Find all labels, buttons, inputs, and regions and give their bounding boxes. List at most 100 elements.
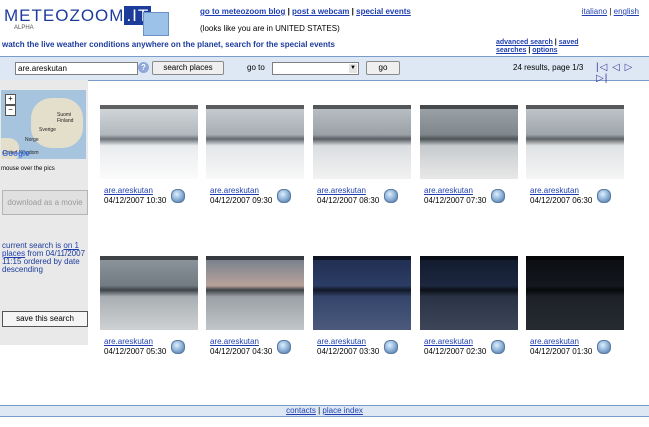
page-indicator: page 1/3 [552, 63, 584, 72]
webcam-thumbnail[interactable]: are.areskutan 04/12/2007 01:30 [526, 256, 624, 356]
advanced-links: advanced search | saved searches | optio… [496, 39, 596, 55]
globe-icon[interactable] [491, 189, 505, 203]
webcam-image[interactable] [420, 256, 518, 330]
webcam-thumbnail[interactable]: are.areskutan 04/12/2007 10:30 [100, 105, 198, 205]
webcam-image[interactable] [100, 105, 198, 179]
language-switch: italiano | english [582, 7, 639, 16]
timestamp: 04/12/2007 02:30 [424, 347, 487, 356]
image-overlay [100, 256, 198, 260]
place-link[interactable]: are.areskutan [104, 337, 153, 346]
italian-link[interactable]: italiano [582, 7, 607, 16]
map-label: Norge [25, 137, 39, 143]
globe-icon[interactable] [277, 189, 291, 203]
separator: | [609, 7, 612, 16]
post-webcam-link[interactable]: post a webcam [292, 7, 349, 16]
webcam-thumbnail[interactable]: are.areskutan 04/12/2007 04:30 [206, 256, 304, 356]
first-page-icon[interactable]: |◁ [596, 62, 608, 73]
google-logo: Google [2, 149, 30, 158]
image-overlay [313, 105, 411, 109]
place-link[interactable]: are.areskutan [424, 337, 473, 346]
search-input[interactable]: are.areskutan [15, 62, 138, 75]
footer: contacts | place index [0, 405, 649, 417]
globe-icon[interactable] [277, 340, 291, 354]
image-overlay [313, 256, 411, 260]
globe-icon[interactable] [384, 340, 398, 354]
globe-icon[interactable] [597, 340, 611, 354]
place-link[interactable]: are.areskutan [210, 337, 259, 346]
next-page-icon[interactable]: ▷ [625, 62, 634, 73]
current-search: current search is on 1 places from 04/11… [2, 242, 86, 274]
timestamp: 04/12/2007 09:30 [210, 196, 273, 205]
timestamp: 04/12/2007 04:30 [210, 347, 273, 356]
image-overlay [100, 105, 198, 109]
webcam-image[interactable] [526, 256, 624, 330]
zoom-in-button[interactable]: + [5, 94, 16, 105]
map-label: Suomi Finland [57, 112, 74, 124]
image-overlay [206, 105, 304, 109]
timestamp: 04/12/2007 01:30 [530, 347, 593, 356]
search-places-button[interactable]: search places [152, 61, 224, 75]
globe-icon[interactable] [384, 189, 398, 203]
place-index-link[interactable]: place index [322, 406, 362, 415]
webcam-thumbnail[interactable]: are.areskutan 04/12/2007 07:30 [420, 105, 518, 205]
timestamp: 04/12/2007 03:30 [317, 347, 380, 356]
header: METEOZOOM .IT ALPHA go to meteozoom blog … [0, 0, 649, 56]
goto-label: go to [247, 63, 265, 72]
webcam-thumbnail[interactable]: are.areskutan 04/12/2007 08:30 [313, 105, 411, 205]
webcam-thumbnail[interactable]: are.areskutan 04/12/2007 03:30 [313, 256, 411, 356]
prev-page-icon[interactable]: ◁ [612, 62, 621, 73]
timestamp: 04/12/2007 10:30 [104, 196, 167, 205]
page-navigation: |◁ ◁ ▷ ▷| [596, 62, 649, 84]
globe-icon[interactable] [491, 340, 505, 354]
separator: | [318, 406, 321, 415]
top-links: go to meteozoom blog | post a webcam | s… [200, 7, 411, 16]
image-overlay [526, 256, 624, 260]
webcam-image[interactable] [313, 105, 411, 179]
globe-icon[interactable] [171, 340, 185, 354]
webcam-thumbnail[interactable]: are.areskutan 04/12/2007 09:30 [206, 105, 304, 205]
last-page-icon[interactable]: ▷| [596, 73, 608, 84]
special-events-link[interactable]: special events [356, 7, 411, 16]
zoom-out-button[interactable]: − [5, 105, 16, 116]
webcam-image[interactable] [206, 256, 304, 330]
map-label: Sverige [39, 127, 56, 133]
contacts-link[interactable]: contacts [286, 406, 316, 415]
download-movie-button: download as a movie [2, 190, 88, 215]
place-link[interactable]: are.areskutan [317, 337, 366, 346]
location-note: (looks like you are in UNITED STATES) [200, 24, 340, 33]
logo-icon [143, 12, 169, 36]
webcam-thumbnail[interactable]: are.areskutan 04/12/2007 05:30 [100, 256, 198, 356]
place-link[interactable]: are.areskutan [104, 186, 153, 195]
place-link[interactable]: are.areskutan [530, 186, 579, 195]
mouse-note: mouse over the pics [1, 166, 55, 172]
chevron-down-icon: ▼ [349, 64, 357, 73]
webcam-image[interactable] [313, 256, 411, 330]
place-link[interactable]: are.areskutan [424, 186, 473, 195]
place-link[interactable]: are.areskutan [210, 186, 259, 195]
sidebar: Suomi Finland Sverige Norge United Kingd… [0, 80, 88, 345]
advanced-search-link[interactable]: advanced search [496, 39, 553, 46]
goto-select[interactable]: ▼ [272, 62, 359, 75]
webcam-thumbnail[interactable]: are.areskutan 04/12/2007 06:30 [526, 105, 624, 205]
go-button[interactable]: go [366, 61, 400, 75]
separator: | [554, 39, 557, 46]
webcam-image[interactable] [206, 105, 304, 179]
globe-icon[interactable] [171, 189, 185, 203]
place-link[interactable]: are.areskutan [317, 186, 366, 195]
help-icon[interactable]: ? [138, 62, 149, 73]
options-link[interactable]: options [532, 47, 557, 54]
logo[interactable]: METEOZOOM .IT [4, 6, 152, 26]
webcam-image[interactable] [100, 256, 198, 330]
blog-link[interactable]: go to meteozoom blog [200, 7, 285, 16]
separator: | [287, 7, 290, 16]
save-search-button[interactable]: save this search [2, 311, 88, 327]
separator: | [528, 47, 531, 54]
globe-icon[interactable] [597, 189, 611, 203]
english-link[interactable]: english [614, 7, 639, 16]
webcam-thumbnail[interactable]: are.areskutan 04/12/2007 02:30 [420, 256, 518, 356]
map[interactable]: Suomi Finland Sverige Norge United Kingd… [1, 90, 86, 159]
webcam-image[interactable] [420, 105, 518, 179]
place-link[interactable]: are.areskutan [530, 337, 579, 346]
image-overlay [420, 105, 518, 109]
webcam-image[interactable] [526, 105, 624, 179]
